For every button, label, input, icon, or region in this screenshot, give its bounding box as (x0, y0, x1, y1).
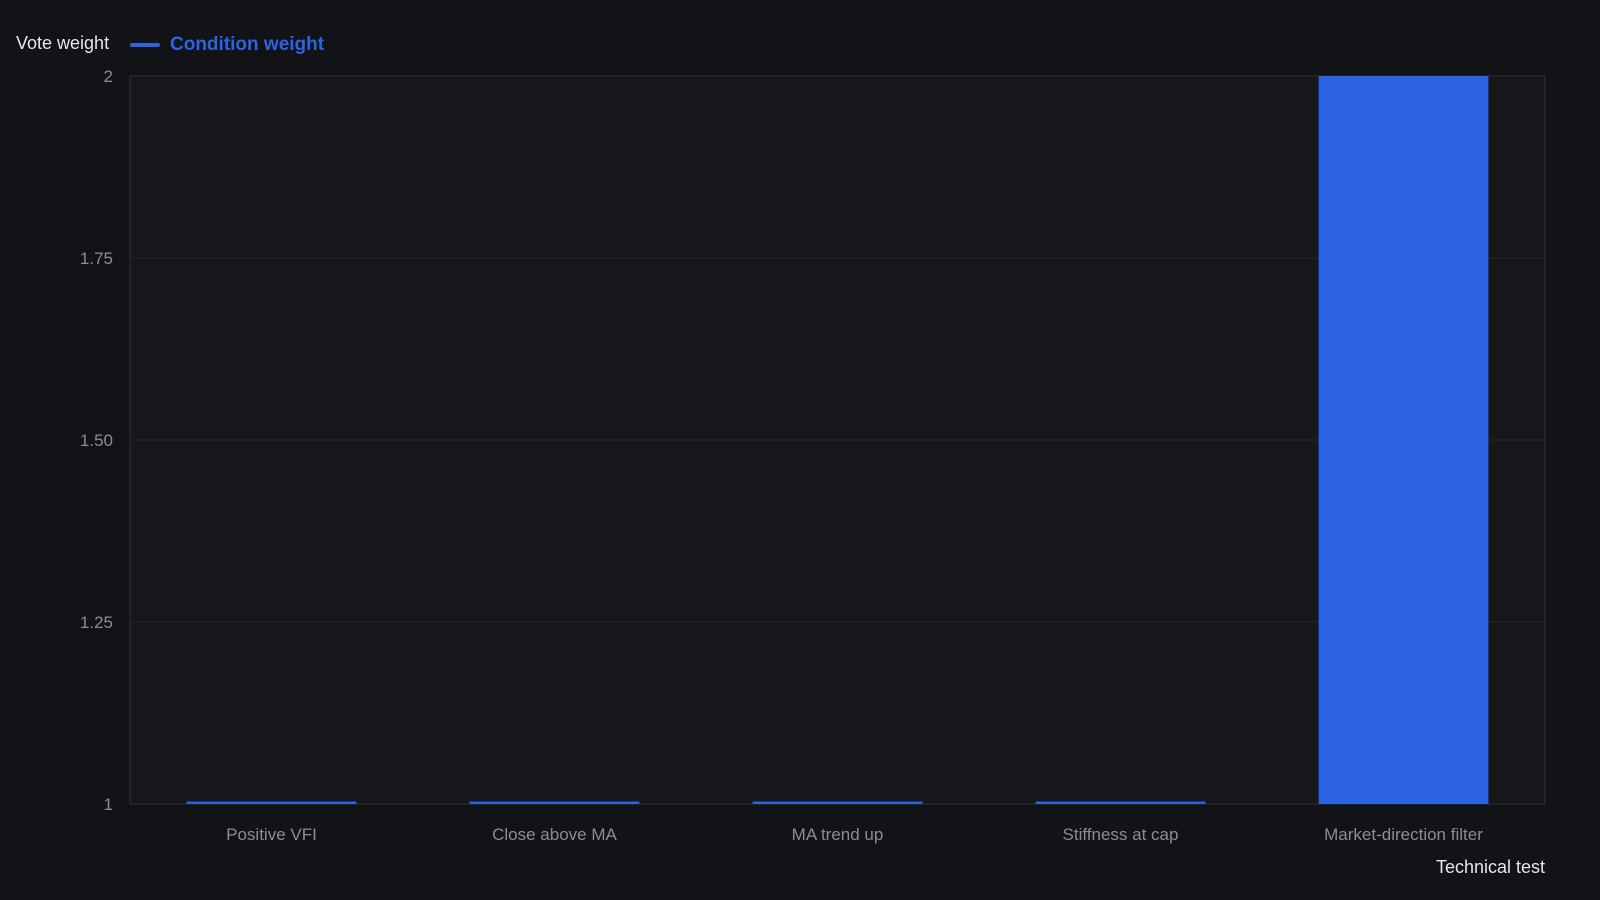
bar-market-direction-filter[interactable] (1318, 76, 1489, 804)
chart-root: Vote weight Condition weight 1 1.25 1.50 1.… (0, 0, 1600, 900)
bar-ma-trend-up[interactable] (752, 801, 923, 805)
y-tick-label: 1.50 (80, 431, 113, 450)
plot-area: 1 1.25 1.50 1.75 2 Positive VFI Close above MA… (80, 67, 1546, 844)
x-tick-label: Market-direction filter (1324, 825, 1483, 844)
x-tick-label: Stiffness at cap (1063, 825, 1179, 844)
x-tick-label: MA trend up (792, 825, 884, 844)
y-tick-label: 2 (104, 67, 113, 86)
y-tick-label: 1.25 (80, 613, 113, 632)
x-axis-title: Technical test (1435, 857, 1545, 877)
y-tick-label: 1.75 (80, 249, 113, 268)
bar-stiffness-at-cap[interactable] (1035, 801, 1206, 805)
y-tick-label: 1 (104, 795, 113, 814)
bar-close-above-ma[interactable] (469, 801, 640, 805)
x-tick-label: Close above MA (492, 825, 617, 844)
bar-positive-vfi[interactable] (186, 801, 357, 805)
x-tick-label: Positive VFI (226, 825, 317, 844)
